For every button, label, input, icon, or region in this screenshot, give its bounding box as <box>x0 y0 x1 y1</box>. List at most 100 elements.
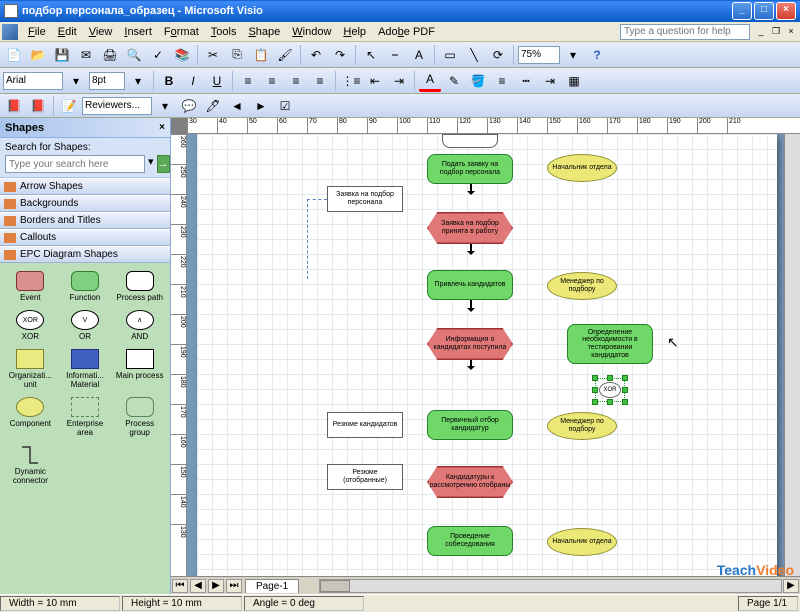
shape-function[interactable]: Определение необходимости в тестировании… <box>567 324 653 364</box>
reviewers-dropdown-button[interactable]: ▾ <box>154 95 176 117</box>
shape-document[interactable]: Резюме кандидатов <box>327 412 403 438</box>
master-org-unit[interactable]: Organizati... unit <box>4 347 57 391</box>
tab-next-button[interactable]: ▶ <box>208 579 224 593</box>
shape-xor-selected[interactable]: XOR <box>599 382 621 398</box>
menu-window[interactable]: Window <box>286 24 337 40</box>
font-dropdown-button[interactable]: ▾ <box>65 70 87 92</box>
shape-doc-partial[interactable] <box>442 134 498 148</box>
align-justify-button[interactable]: ≡ <box>309 70 331 92</box>
connector-tool-button[interactable]: ⎯ <box>384 44 406 66</box>
menu-format[interactable]: Format <box>158 24 205 40</box>
zoom-dropdown-button[interactable]: ▾ <box>562 44 584 66</box>
undo-button[interactable]: ↶ <box>305 44 327 66</box>
master-process-group[interactable]: Process group <box>113 395 166 439</box>
comment-button[interactable]: 💬 <box>178 95 200 117</box>
scrollbar-thumb[interactable] <box>320 580 350 592</box>
mdi-minimize-button[interactable]: _ <box>754 25 768 39</box>
italic-button[interactable]: I <box>182 70 204 92</box>
next-button[interactable]: ► <box>250 95 272 117</box>
horizontal-ruler[interactable]: 3040506070809010011012013014015016017018… <box>187 118 800 134</box>
markup-button[interactable]: 📝 <box>58 95 80 117</box>
tab-last-button[interactable]: ⏭ <box>226 579 242 593</box>
shape-org-unit[interactable]: Менеджер по подбору <box>547 412 617 440</box>
vertical-scrollbar[interactable] <box>784 134 800 576</box>
mail-button[interactable]: ✉ <box>75 44 97 66</box>
shape-function[interactable]: Проведение собеседования <box>427 526 513 556</box>
line-pattern-button[interactable]: ┅ <box>515 70 537 92</box>
master-dynamic-connector[interactable]: Dynamic connector <box>4 443 57 487</box>
master-main-process[interactable]: Main process <box>113 347 166 391</box>
line-color-button[interactable]: ✎ <box>443 70 465 92</box>
drawing-canvas[interactable]: Подать заявку на подбор персонала Началь… <box>187 134 784 576</box>
font-color-button[interactable]: A <box>419 70 441 92</box>
drawing-page[interactable]: Подать заявку на подбор персонала Началь… <box>197 134 777 576</box>
shape-search-input[interactable] <box>5 155 145 173</box>
mdi-restore-button[interactable]: ❐ <box>769 25 783 39</box>
reviewers-select[interactable] <box>82 97 152 115</box>
shape-org-unit[interactable]: Начальник отдела <box>547 154 617 182</box>
minimize-button[interactable]: _ <box>732 2 752 20</box>
track-button[interactable]: ☑ <box>274 95 296 117</box>
menu-view[interactable]: View <box>83 24 119 40</box>
text-tool-button[interactable]: A <box>408 44 430 66</box>
master-enterprise-area[interactable]: Enterprise area <box>59 395 112 439</box>
menu-insert[interactable]: Insert <box>118 24 158 40</box>
fontsize-select[interactable] <box>89 72 125 90</box>
stencil-borders[interactable]: Borders and Titles <box>0 212 170 229</box>
indent-inc-button[interactable]: ⇥ <box>388 70 410 92</box>
paste-button[interactable]: 📋 <box>250 44 272 66</box>
format-painter-button[interactable]: 🖌 <box>274 44 296 66</box>
connector-dashed[interactable] <box>307 199 327 279</box>
align-right-button[interactable]: ≡ <box>285 70 307 92</box>
bullets-button[interactable]: ⋮≡ <box>340 70 362 92</box>
fill-color-button[interactable]: 🪣 <box>467 70 489 92</box>
menu-tools[interactable]: Tools <box>205 24 243 40</box>
stencil-arrow-shapes[interactable]: Arrow Shapes <box>0 178 170 195</box>
master-component[interactable]: Component <box>4 395 57 439</box>
copy-button[interactable]: ⎘ <box>226 44 248 66</box>
pdf-button[interactable]: 📕 <box>3 95 25 117</box>
shape-org-unit[interactable]: Начальник отдела <box>547 528 617 556</box>
prev-button[interactable]: ◄ <box>226 95 248 117</box>
master-function[interactable]: Function <box>59 269 112 304</box>
shape-org-unit[interactable]: Менеджер по подбору <box>547 272 617 300</box>
font-select[interactable] <box>3 72 63 90</box>
open-button[interactable]: 📂 <box>27 44 49 66</box>
scroll-right-button[interactable]: ▶ <box>783 579 799 593</box>
cut-button[interactable]: ✂ <box>202 44 224 66</box>
fontsize-dropdown-button[interactable]: ▾ <box>127 70 149 92</box>
tab-prev-button[interactable]: ◀ <box>190 579 206 593</box>
line-tool-button[interactable]: ╲ <box>463 44 485 66</box>
preview-button[interactable]: 🔍 <box>123 44 145 66</box>
line-ends-button[interactable]: ⇥ <box>539 70 561 92</box>
mdi-close-button[interactable]: × <box>784 25 798 39</box>
rectangle-tool-button[interactable]: ▭ <box>439 44 461 66</box>
shape-event[interactable]: Заявка на подбор принята в работу <box>427 212 513 244</box>
rotate-tool-button[interactable]: ⟳ <box>487 44 509 66</box>
maximize-button[interactable]: □ <box>754 2 774 20</box>
master-or[interactable]: VOR <box>59 308 112 343</box>
vertical-ruler[interactable]: 2602502402302202102001901801701601501401… <box>171 134 187 576</box>
master-process-path[interactable]: Process path <box>113 269 166 304</box>
horizontal-scrollbar[interactable] <box>319 579 782 593</box>
master-xor[interactable]: XORXOR <box>4 308 57 343</box>
ink-button[interactable]: 🖊 <box>202 95 224 117</box>
page-tab[interactable]: Page-1 <box>245 579 299 593</box>
research-button[interactable]: 📚 <box>171 44 193 66</box>
search-dropdown-icon[interactable]: ▾ <box>148 155 154 173</box>
zoom-input[interactable] <box>518 46 560 64</box>
help-search-input[interactable] <box>620 24 750 40</box>
shape-event[interactable]: Кандидатуры к рассмотрению отобраны <box>427 466 513 498</box>
menu-shape[interactable]: Shape <box>242 24 286 40</box>
help-button[interactable]: ? <box>586 44 608 66</box>
pointer-tool-button[interactable]: ↖ <box>360 44 382 66</box>
bold-button[interactable]: B <box>158 70 180 92</box>
master-info-material[interactable]: Informati... Material <box>59 347 112 391</box>
stencil-backgrounds[interactable]: Backgrounds <box>0 195 170 212</box>
line-weight-button[interactable]: ≡ <box>491 70 513 92</box>
shape-document[interactable]: Резюме (отобранные) <box>327 464 403 490</box>
underline-button[interactable]: U <box>206 70 228 92</box>
visio-icon[interactable] <box>2 24 18 40</box>
indent-dec-button[interactable]: ⇤ <box>364 70 386 92</box>
menu-file[interactable]: File <box>22 24 52 40</box>
